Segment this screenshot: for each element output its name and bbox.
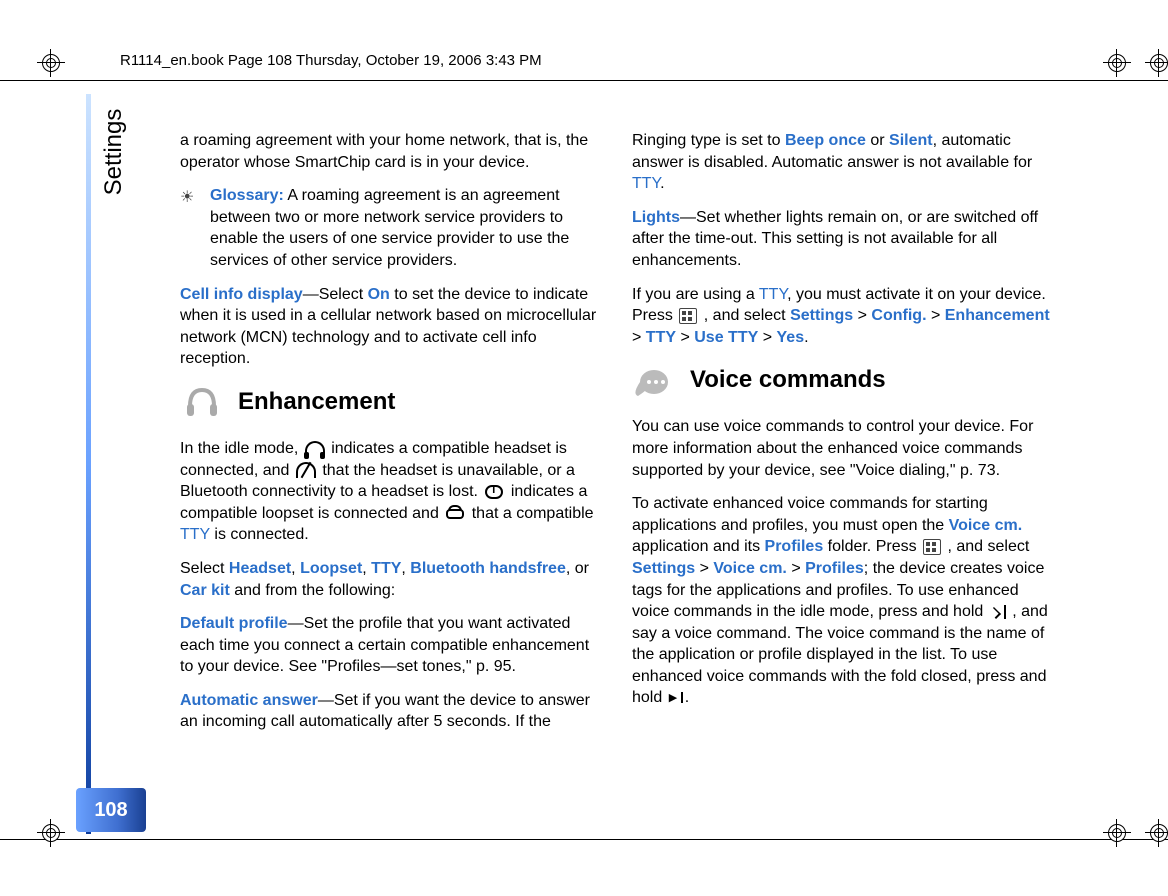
voice-commands-heading: Voice commands — [632, 362, 1052, 398]
default-profile-paragraph: Default profile—Set the profile that you… — [180, 613, 600, 678]
headset-unavailable-icon — [296, 462, 316, 478]
page-content: a roaming agreement with your home netwo… — [180, 130, 1052, 796]
sidebar: Settings 108 — [86, 108, 142, 832]
glossary-label: Glossary: — [210, 187, 284, 204]
page-header: R1114_en.book Page 108 Thursday, October… — [120, 52, 542, 69]
crop-top-rule — [0, 80, 1168, 81]
voice-commands-activate: To activate enhanced voice commands for … — [632, 493, 1052, 709]
idle-mode-paragraph: In the idle mode, indicates a compatible… — [180, 438, 600, 546]
enhancement-heading: Enhancement — [180, 384, 600, 420]
headset-connected-icon — [305, 441, 325, 457]
crop-mark-icon — [42, 54, 60, 72]
crop-mark-icon — [1108, 824, 1126, 842]
right-column: Ringing type is set to Beep once or Sile… — [632, 130, 1052, 796]
cell-info-label: Cell info display — [180, 286, 303, 303]
play-hold-icon — [669, 691, 683, 705]
crop-mark-icon — [1150, 824, 1168, 842]
tty-icon — [445, 505, 465, 521]
crop-bottom-rule — [0, 839, 1168, 840]
glossary-block: ☀ Glossary: A roaming agreement is an ag… — [180, 185, 600, 271]
section-tab: Settings — [100, 109, 128, 196]
page-number: 108 — [76, 788, 146, 832]
on-option: On — [368, 286, 390, 303]
ringing-type-paragraph: Ringing type is set to Beep once or Sile… — [632, 130, 1052, 195]
loopset-icon — [484, 484, 504, 500]
crop-mark-icon — [42, 824, 60, 842]
crop-mark-icon — [1108, 54, 1126, 72]
tty-activate-paragraph: If you are using a TTY, you must activat… — [632, 284, 1052, 349]
voice-commands-intro: You can use voice commands to control yo… — [632, 416, 1052, 481]
roaming-paragraph: a roaming agreement with your home netwo… — [180, 130, 600, 173]
glossary-icon: ☀ — [180, 187, 194, 209]
headset-section-icon — [180, 384, 224, 420]
select-list-paragraph: Select Headset, Loopset, TTY, Bluetooth … — [180, 558, 600, 601]
cell-info-paragraph: Cell info display—Select On to set the d… — [180, 284, 600, 370]
right-softkey-icon — [990, 605, 1006, 619]
crop-mark-icon — [1150, 54, 1168, 72]
menu-key-icon — [923, 539, 941, 555]
lights-paragraph: Lights—Set whether lights remain on, or … — [632, 207, 1052, 272]
menu-key-icon — [679, 308, 697, 324]
left-column: a roaming agreement with your home netwo… — [180, 130, 600, 796]
voice-section-icon — [632, 362, 676, 398]
automatic-answer-paragraph: Automatic answer—Set if you want the dev… — [180, 690, 600, 733]
